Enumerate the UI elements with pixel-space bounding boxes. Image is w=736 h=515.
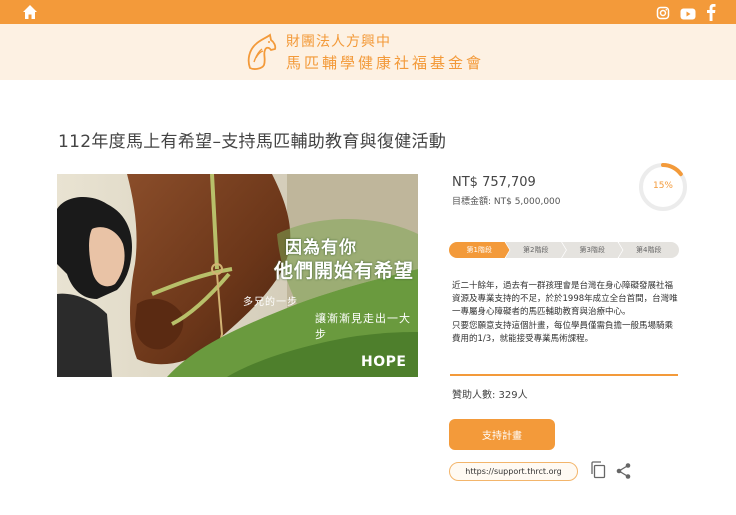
stage-progress: 第1階段 第2階段 第3階段 第4階段 — [449, 242, 679, 258]
progress-percentage: 15% — [652, 181, 673, 191]
stage-1: 第1階段 — [449, 242, 510, 258]
target-amount: 目標金額: NT$ 5,000,000 — [452, 197, 561, 207]
hero-subtext-2: 讓漸漸見走出一大步 — [315, 312, 411, 341]
support-project-button[interactable]: 支持計畫 — [449, 419, 555, 450]
org-name-line2: 馬匹輔學健康社福基金會 — [286, 54, 485, 72]
horse-logo-icon[interactable] — [244, 32, 278, 72]
stage-4: 第4階段 — [618, 242, 679, 258]
org-name-line1: 財團法人方興中 — [286, 34, 391, 50]
share-url[interactable]: https://support.thrct.org — [449, 462, 578, 481]
stage-2: 第2階段 — [505, 242, 566, 258]
donor-count: 贊助人數: 329人 — [452, 390, 528, 401]
top-bar — [0, 0, 736, 24]
site-header: 財團法人方興中 馬匹輔學健康社福基金會 — [0, 24, 736, 80]
copy-icon[interactable] — [590, 461, 606, 479]
description-paragraph-2: 只要您願意支持這個計畫，每位學員僅需負擔一般馬場騎乘費用的1/3，就能接受專業馬… — [452, 321, 674, 344]
amount-raised: NT$ 757,709 — [452, 175, 536, 190]
social-links — [656, 3, 716, 25]
divider — [450, 374, 678, 376]
organization-name[interactable]: 財團法人方興中 馬匹輔學健康社福基金會 — [286, 33, 484, 73]
project-description: 近二十餘年，過去有一群孩理會是台灣在身心障礙發展社福資源及專業支持的不足，於於1… — [452, 280, 678, 347]
description-paragraph-1: 近二十餘年，過去有一群孩理會是台灣在身心障礙發展社福資源及專業支持的不足，於於1… — [452, 281, 678, 317]
hero-headline-1: 因為有你 — [285, 238, 357, 258]
hero-subtext-1: 多兄的一步 — [243, 297, 298, 308]
instagram-icon[interactable] — [656, 5, 670, 24]
home-icon[interactable] — [22, 4, 38, 20]
share-icon[interactable] — [615, 462, 632, 480]
hope-logo: HOPE — [361, 354, 407, 370]
stage-3: 第3階段 — [562, 242, 623, 258]
facebook-icon[interactable] — [706, 3, 716, 25]
youtube-icon[interactable] — [680, 5, 696, 24]
page-title: 112年度馬上有希望–支持馬匹輔助教育與復健活動 — [58, 132, 447, 152]
hero-headline-2: 他們開始有希望 — [274, 260, 415, 282]
hero-image: 因為有你 他們開始有希望 多兄的一步 讓漸漸見走出一大步 HOPE — [57, 174, 418, 377]
